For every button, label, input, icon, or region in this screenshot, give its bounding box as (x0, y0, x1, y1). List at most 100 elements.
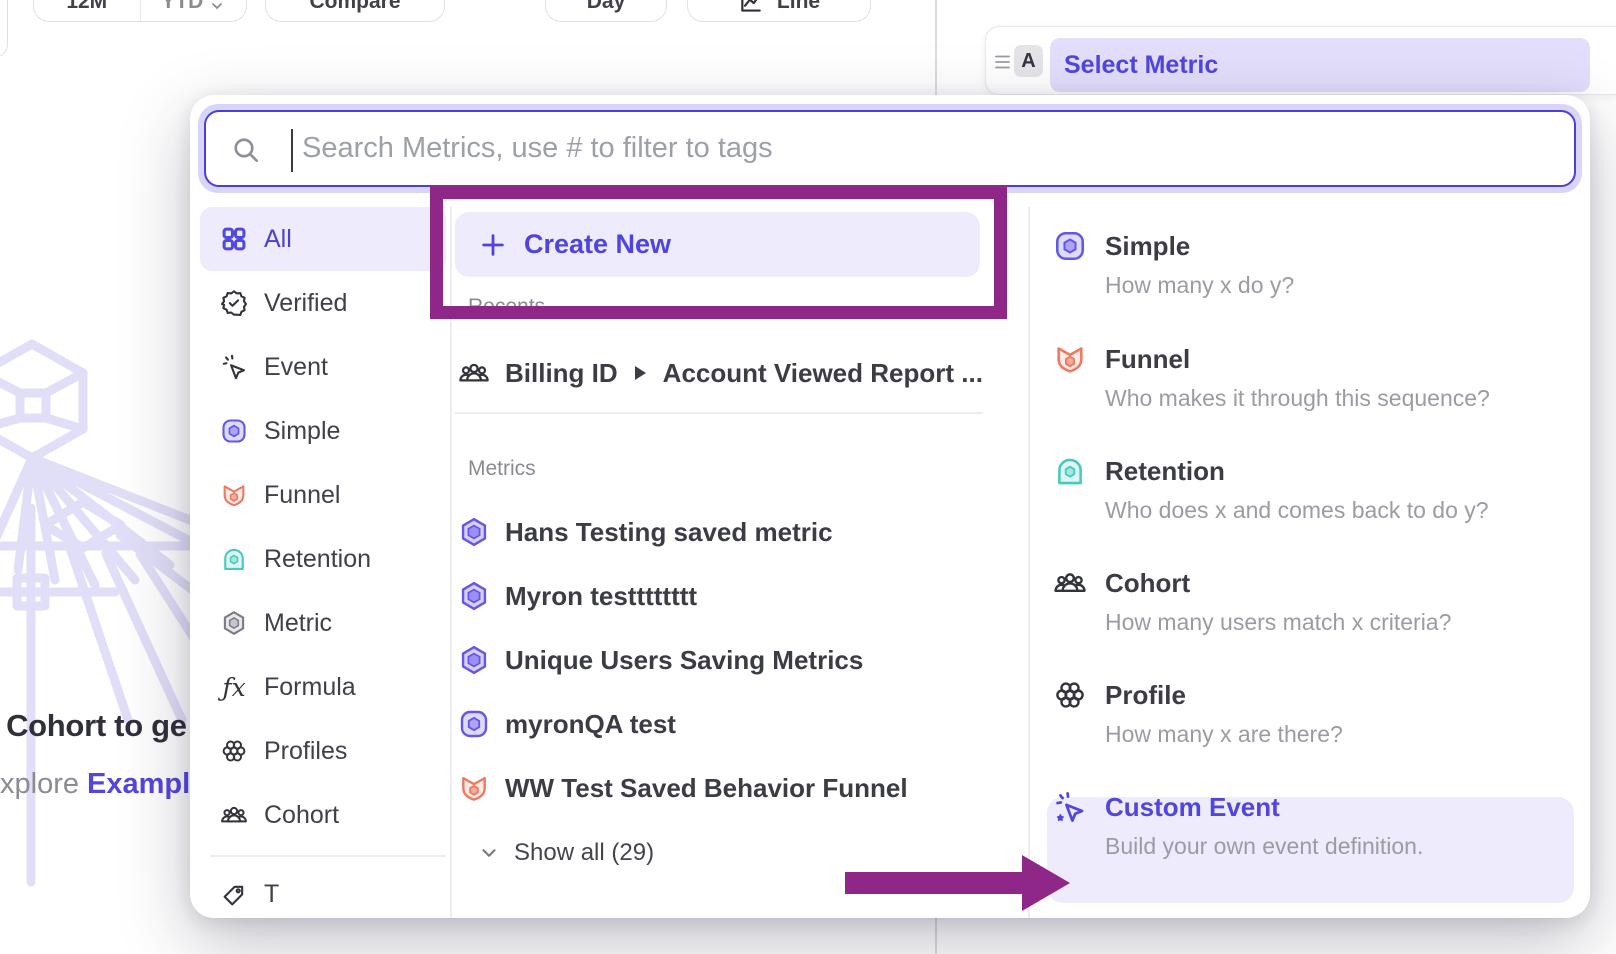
cohort-people-icon (220, 801, 248, 829)
sidebar-item-label: Funnel (264, 481, 340, 510)
sidebar-item-formula[interactable]: ƒx Formula (200, 655, 446, 719)
sidebar-item-funnel[interactable]: Funnel (200, 463, 446, 527)
select-metric-field[interactable]: Select Metric (1050, 38, 1590, 92)
type-retention[interactable]: Retention Who does x and comes back to d… (1053, 454, 1573, 524)
show-all-label: Show all (29) (514, 839, 654, 867)
sidebar-item-label: Event (264, 353, 328, 382)
sidebar-item-label: Cohort (264, 801, 339, 830)
type-funnel[interactable]: Funnel Who makes it through this sequenc… (1053, 342, 1573, 412)
sidebar-item-all[interactable]: All (200, 207, 446, 271)
range-ytd-label: YTD (161, 0, 203, 14)
type-cohort[interactable]: Cohort How many users match x criteria? (1053, 566, 1573, 636)
recents-divider (455, 412, 983, 414)
range-12m-button[interactable]: 12M (34, 0, 140, 21)
sidebar-item-metric[interactable]: Metric (200, 591, 446, 655)
search-input[interactable] (206, 112, 1574, 185)
event-cursor-icon (220, 353, 248, 381)
sidebar-item-verified[interactable]: Verified (200, 271, 446, 335)
type-name: Profile (1105, 680, 1186, 711)
date-range-segment-group: 12M YTD (33, 0, 247, 22)
metric-list-item[interactable]: Unique Users Saving Metrics (458, 632, 863, 688)
metric-item-label: Hans Testing saved metric (505, 517, 833, 548)
day-button[interactable]: Day (545, 0, 667, 22)
sidebar-item-profiles[interactable]: Profiles (200, 719, 446, 783)
type-desc: Who makes it through this sequence? (1105, 385, 1573, 412)
explore-prefix: xplore (0, 768, 87, 800)
panel-divider-bottom (935, 918, 937, 954)
line-chart-icon (738, 0, 764, 16)
wireframe-illustration (0, 330, 195, 930)
metric-row-card: A Select Metric (985, 26, 1616, 95)
simple-metric-icon (458, 708, 490, 740)
app-screen: r Cohort to ge xplore Example B 12M YTD … (0, 0, 1616, 954)
type-name: Cohort (1105, 568, 1190, 599)
metric-list-item[interactable]: Hans Testing saved metric (458, 504, 833, 560)
simple-metric-icon (1053, 229, 1087, 263)
sidebar-item-simple[interactable]: Simple (200, 399, 446, 463)
profiles-cluster-icon (220, 737, 248, 765)
metric-list-item[interactable]: Myron testttttttt (458, 568, 697, 624)
sidebar-item-label: T (264, 880, 279, 909)
type-desc: Who does x and comes back to do y? (1105, 497, 1573, 524)
sidebar-item-cohort[interactable]: Cohort (200, 783, 446, 847)
sidebar-item-partial[interactable]: T (200, 863, 446, 919)
funnel-icon (220, 481, 248, 509)
metric-item-label: Unique Users Saving Metrics (505, 645, 863, 676)
metric-item-label: myronQA test (505, 709, 676, 740)
sidebar-item-retention[interactable]: Retention (200, 527, 446, 591)
annotation-arrow-shaft (845, 872, 1025, 894)
sidebar-item-label: Formula (264, 673, 356, 702)
column-divider-right (1028, 207, 1030, 918)
type-profile[interactable]: Profile How many x are there? (1053, 678, 1573, 748)
search-halo (198, 104, 1582, 193)
annotation-rectangle (430, 186, 1007, 319)
recent-item-billing[interactable]: Billing ID Account Viewed Report ... (458, 345, 983, 401)
metric-list-item[interactable]: WW Test Saved Behavior Funnel (458, 760, 908, 816)
cohort-people-icon (1053, 566, 1087, 600)
sidebar-divider (210, 855, 446, 857)
panel-divider-top (935, 0, 937, 95)
compare-label: Compare (309, 0, 400, 14)
partial-toolbar-button[interactable] (0, 0, 8, 58)
type-desc: Build your own event definition. (1105, 833, 1573, 860)
series-letter-badge: A (1014, 45, 1043, 77)
chevron-down-icon (209, 0, 225, 14)
recent-item-primary: Billing ID (505, 358, 618, 389)
type-custom-event[interactable]: Custom Event Build your own event defini… (1053, 790, 1573, 860)
verified-badge-icon (220, 289, 248, 317)
type-name: Custom Event (1105, 792, 1280, 823)
line-chart-type-button[interactable]: Line (687, 0, 871, 22)
type-name: Retention (1105, 456, 1225, 487)
retention-icon (220, 545, 248, 573)
chevron-down-icon (478, 842, 500, 864)
show-all-button[interactable]: Show all (29) (478, 832, 654, 874)
saved-metric-hexagon-icon (458, 516, 490, 548)
metrics-heading: Metrics (468, 457, 536, 481)
retention-icon (1053, 454, 1087, 488)
funnel-icon (1053, 342, 1087, 376)
metric-item-label: Myron testttttttt (505, 581, 697, 612)
sidebar-item-label: Metric (264, 609, 332, 638)
sidebar-item-label: Verified (264, 289, 347, 318)
metric-item-label: WW Test Saved Behavior Funnel (505, 773, 908, 804)
type-desc: How many users match x criteria? (1105, 609, 1573, 636)
range-ytd-button[interactable]: YTD (140, 0, 247, 21)
cohort-people-icon (458, 357, 490, 389)
type-simple[interactable]: Simple How many x do y? (1053, 229, 1573, 299)
compare-button[interactable]: Compare (265, 0, 445, 22)
range-12m-label: 12M (66, 0, 107, 14)
metric-list-item[interactable]: myronQA test (458, 696, 676, 752)
type-name: Funnel (1105, 344, 1190, 375)
annotation-arrow-head (1022, 855, 1070, 911)
custom-event-cursor-icon (1053, 790, 1087, 824)
sidebar-item-label: All (264, 225, 292, 254)
sidebar-item-label: Simple (264, 417, 340, 446)
type-name: Simple (1105, 231, 1190, 262)
line-label: Line (777, 0, 820, 14)
type-desc: How many x do y? (1105, 272, 1573, 299)
sidebar-item-event[interactable]: Event (200, 335, 446, 399)
sidebar-item-label: Profiles (264, 737, 347, 766)
sidebar-item-label: Retention (264, 545, 371, 574)
tag-icon (220, 881, 248, 909)
drag-handle-icon[interactable] (994, 53, 1011, 71)
